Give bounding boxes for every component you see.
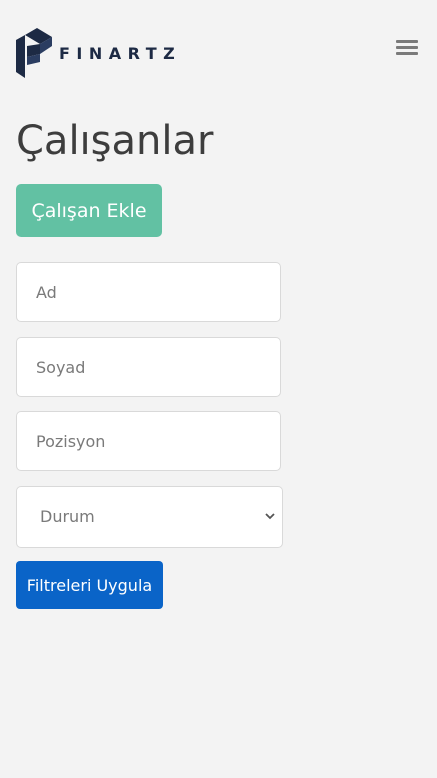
page-title: Çalışanlar bbox=[16, 118, 214, 164]
finartz-logo-icon bbox=[16, 28, 52, 78]
first-name-input[interactable] bbox=[16, 262, 281, 322]
brand-name: FINARTZ bbox=[59, 44, 182, 63]
apply-filters-button[interactable]: Filtreleri Uygula bbox=[16, 561, 163, 609]
position-input[interactable] bbox=[16, 411, 281, 471]
app-header: FINARTZ bbox=[0, 0, 437, 100]
status-select-value: Durum bbox=[40, 507, 95, 526]
brand-logo[interactable]: FINARTZ bbox=[16, 28, 181, 78]
add-employee-button[interactable]: Çalışan Ekle bbox=[16, 184, 162, 237]
chevron-down-icon bbox=[265, 513, 275, 520]
menu-button[interactable] bbox=[396, 40, 420, 60]
last-name-input[interactable] bbox=[16, 337, 281, 397]
hamburger-menu-icon bbox=[396, 40, 420, 55]
status-select[interactable]: Durum bbox=[16, 486, 283, 548]
